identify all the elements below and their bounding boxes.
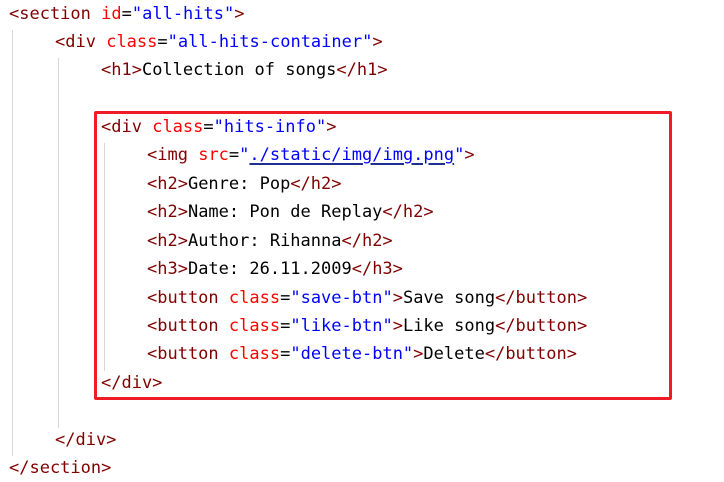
code-line-delete-button: <button class="delete-btn">Delete</butto… [147, 344, 577, 364]
code-line-h1: <h1>Collection of songs</h1> [101, 60, 388, 80]
code-line-date: <h3>Date: 26.11.2009</h3> [147, 259, 403, 279]
code-line-section-open: <section id="all-hits"> [9, 4, 245, 24]
image-path-link[interactable]: ./static/img/img.png [249, 145, 454, 165]
indent-guide [12, 30, 13, 456]
code-line-hits-info-close: </div> [101, 373, 163, 393]
code-line-section-close: </section> [9, 458, 112, 478]
indent-guide [58, 58, 59, 428]
code-line-name: <h2>Name: Pon de Replay</h2> [147, 202, 434, 222]
code-line-author: <h2>Author: Rihanna</h2> [147, 231, 393, 251]
code-line-hits-info-open: <div class="hits-info"> [101, 117, 337, 137]
code-line-container-close: </div> [55, 430, 117, 450]
code-line-save-button: <button class="save-btn">Save song</butt… [147, 288, 588, 308]
code-line-like-button: <button class="like-btn">Like song</butt… [147, 316, 588, 336]
code-line-img: <img src="./static/img/img.png"> [147, 145, 475, 165]
code-line-container-open: <div class="all-hits-container"> [55, 32, 383, 52]
code-line-genre: <h2>Genre: Pop</h2> [147, 174, 342, 194]
code-editor: <section id="all-hits"> <div class="all-… [0, 0, 724, 480]
